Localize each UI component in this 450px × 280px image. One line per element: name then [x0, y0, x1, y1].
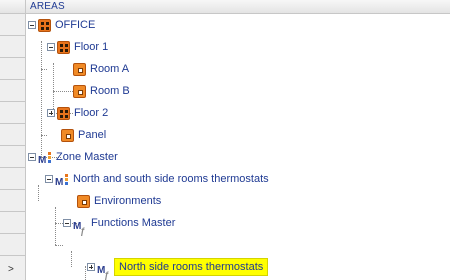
- tree-node-label: Functions Master: [91, 217, 176, 229]
- room-box-icon: [61, 128, 74, 142]
- areas-tree: OFFICE Floor 1 Room A Room B Floor 2 Pan…: [26, 14, 450, 280]
- tree-node-label: Floor 2: [74, 107, 109, 119]
- tree-row-selected[interactable]: Mƒ North side rooms thermostats: [26, 256, 450, 280]
- expand-toggle-icon[interactable]: [47, 109, 55, 117]
- tree-row[interactable]: OFFICE: [26, 14, 450, 36]
- tree-node-functions-master[interactable]: Mƒ Functions Master: [63, 212, 176, 236]
- tree-node-label-selected: North side rooms thermostats: [114, 258, 269, 276]
- tree-row[interactable]: M Zone Master: [26, 146, 450, 168]
- zone-master-icon: M: [55, 173, 69, 188]
- row-selector[interactable]: [0, 190, 25, 212]
- tree-node-office[interactable]: OFFICE: [28, 14, 95, 36]
- tree-node-label: OFFICE: [55, 19, 96, 31]
- tree-node-zone-master[interactable]: M Zone Master: [28, 146, 118, 168]
- area-grid-icon: [57, 106, 70, 120]
- tree-node-label: North and south side rooms thermostats: [73, 173, 269, 185]
- collapse-toggle-icon[interactable]: [28, 153, 36, 161]
- tree-row[interactable]: Panel: [26, 124, 450, 146]
- tree-node-label: Panel: [78, 129, 107, 141]
- tree-node-floor-2[interactable]: Floor 2: [47, 102, 108, 124]
- tree-node-label: Zone Master: [56, 151, 118, 163]
- tree-node-panel[interactable]: Panel: [61, 124, 106, 146]
- tree-node-label: Floor 1: [74, 41, 109, 53]
- room-box-icon: [73, 62, 86, 76]
- row-selector[interactable]: [0, 102, 25, 124]
- row-selector[interactable]: [0, 80, 25, 102]
- row-selector-gutter: >: [0, 14, 26, 280]
- areas-column-title: AREAS: [30, 1, 65, 12]
- row-selector-current[interactable]: >: [0, 256, 25, 278]
- tree-node-environments[interactable]: Environments: [77, 190, 161, 212]
- areas-tree-panel: AREAS > OFFICE Floor 1 Room A Room B Flo…: [0, 0, 450, 280]
- column-header: AREAS: [0, 0, 450, 14]
- tree-row[interactable]: M North and south side rooms thermostats: [26, 168, 450, 190]
- zone-master-icon: M: [38, 151, 52, 166]
- functions-master-icon: Mƒ: [97, 264, 110, 280]
- tree-node-label: Room B: [90, 85, 130, 97]
- room-box-icon: [77, 194, 90, 208]
- row-selector[interactable]: [0, 124, 25, 146]
- header-corner: [0, 0, 26, 13]
- collapse-toggle-icon[interactable]: [45, 175, 53, 183]
- tree-node-room-b[interactable]: Room B: [73, 80, 130, 102]
- tree-node-north-side-thermostats[interactable]: Mƒ North side rooms thermostats: [87, 256, 269, 280]
- collapse-toggle-icon[interactable]: [47, 43, 55, 51]
- tree-row[interactable]: Floor 1: [26, 36, 450, 58]
- current-row-arrow-icon: >: [8, 264, 14, 275]
- tree-row[interactable]: Floor 2: [26, 102, 450, 124]
- tree-row[interactable]: Room B: [26, 80, 450, 102]
- row-selector[interactable]: [0, 234, 25, 256]
- room-box-icon: [73, 84, 86, 98]
- tree-row[interactable]: Room A: [26, 58, 450, 80]
- row-selector[interactable]: [0, 212, 25, 234]
- row-selector[interactable]: [0, 146, 25, 168]
- tree-row[interactable]: Environments: [26, 190, 450, 212]
- tree-node-label: Room A: [90, 63, 130, 75]
- tree-node-floor-1[interactable]: Floor 1: [47, 36, 108, 58]
- collapse-toggle-icon[interactable]: [28, 21, 36, 29]
- row-selector[interactable]: [0, 14, 25, 36]
- area-grid-icon: [57, 40, 70, 54]
- expand-toggle-icon[interactable]: [87, 263, 95, 271]
- row-selector[interactable]: [0, 168, 25, 190]
- collapse-toggle-icon[interactable]: [63, 219, 71, 227]
- tree-node-label: Environments: [94, 195, 162, 207]
- tree-node-room-a[interactable]: Room A: [73, 58, 129, 80]
- row-selector[interactable]: [0, 58, 25, 80]
- tree-connector: [55, 245, 63, 246]
- row-selector[interactable]: [0, 36, 25, 58]
- tree-node-north-south-thermostats[interactable]: M North and south side rooms thermostats: [45, 168, 269, 190]
- tree-row[interactable]: Mƒ Functions Master: [26, 212, 450, 236]
- functions-master-icon: Mƒ: [73, 220, 86, 236]
- area-grid-icon: [38, 18, 51, 32]
